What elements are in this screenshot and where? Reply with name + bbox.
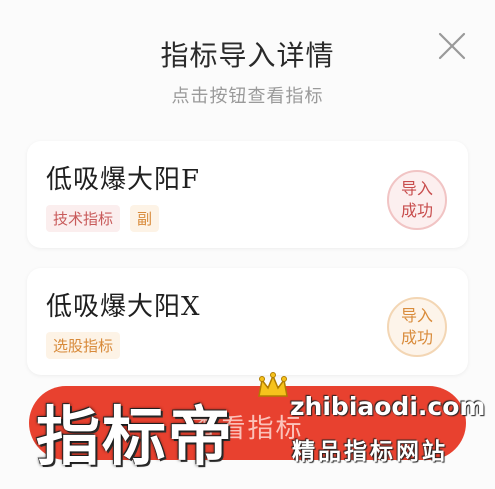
indicator-card: 低吸爆大阳F 技术指标 副 导入 成功: [27, 141, 468, 248]
import-success-button[interactable]: 导入 成功: [387, 297, 447, 357]
indicator-card: 低吸爆大阳X 选股指标 导入 成功: [27, 268, 468, 375]
import-button-line2: 成功: [400, 201, 433, 220]
dialog-subtitle: 点击按钮查看指标: [171, 86, 324, 107]
import-success-button[interactable]: 导入 成功: [387, 170, 447, 230]
watermark-slogan: 精品指标网站: [292, 439, 448, 465]
tag-stock-selection-indicator: 选股指标: [46, 332, 121, 359]
indicator-name: 低吸爆大阳X: [46, 292, 201, 322]
watermark-brand: 指标帝: [36, 401, 234, 475]
close-icon[interactable]: [436, 30, 468, 62]
crown-icon: [258, 372, 288, 397]
import-button-line1: 导入: [400, 179, 433, 198]
watermark-url: zhibiaodi.com: [290, 392, 486, 421]
indicator-name: 低吸爆大阳F: [46, 165, 201, 195]
indicator-tags: 选股指标: [46, 332, 121, 359]
import-button-line1: 导入: [400, 306, 433, 325]
indicator-tags: 技术指标 副: [46, 205, 160, 232]
dialog-title: 指标导入详情: [160, 39, 335, 72]
tag-technical-indicator: 技术指标: [46, 205, 121, 232]
tag-sub: 副: [130, 205, 160, 232]
import-button-line2: 成功: [400, 328, 433, 347]
import-details-dialog: 指标导入详情 点击按钮查看指标 低吸爆大阳F 技术指标 副 导入 成功 低吸爆大…: [0, 0, 495, 489]
